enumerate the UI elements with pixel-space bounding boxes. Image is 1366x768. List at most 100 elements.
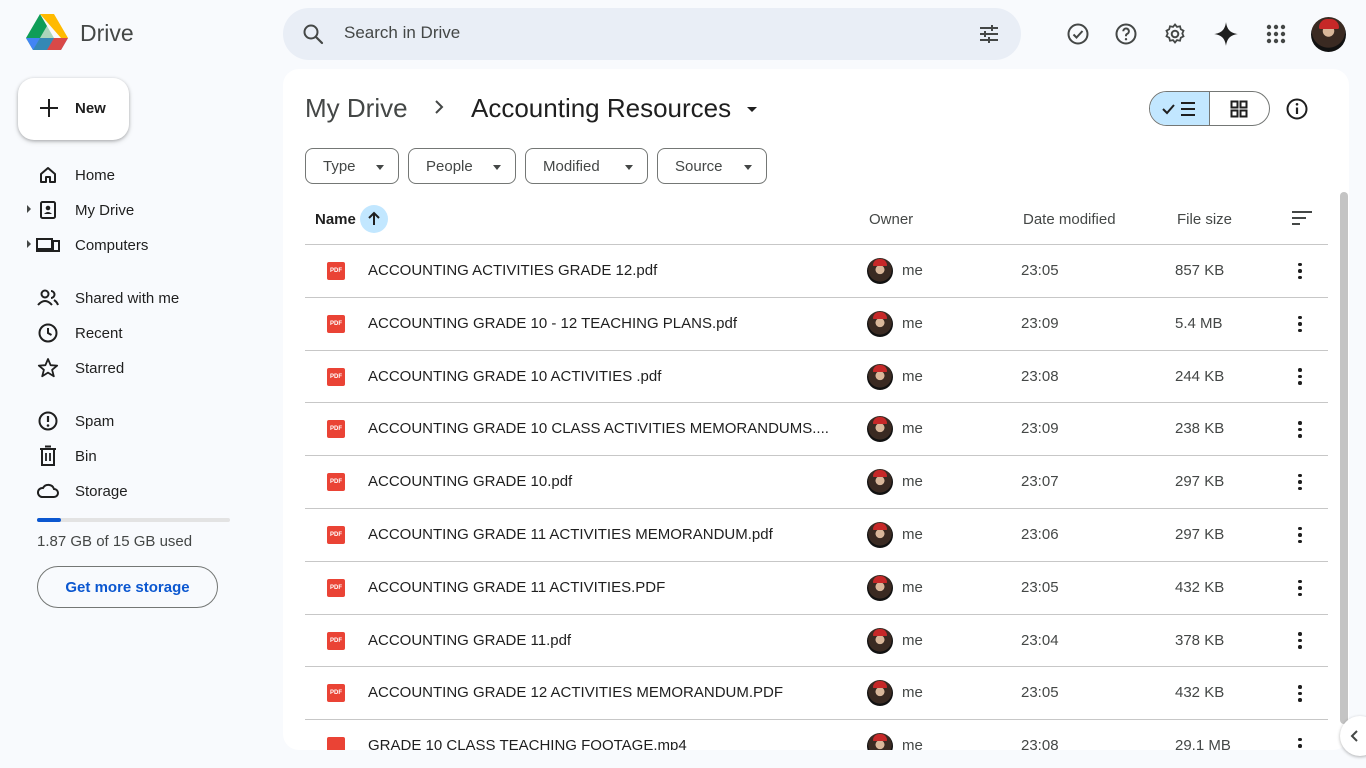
folder-menu-icon[interactable] xyxy=(747,107,757,112)
date-modified: 23:09 xyxy=(1021,420,1059,438)
owner-avatar xyxy=(867,574,893,601)
sidebar-item-computers[interactable]: Computers xyxy=(27,231,256,259)
owner-avatar xyxy=(867,469,893,496)
more-options-icon[interactable] xyxy=(1288,576,1312,600)
sort-options-icon[interactable] xyxy=(1291,209,1313,232)
sidebar-item-label: Starred xyxy=(75,360,125,377)
file-name[interactable]: ACCOUNTING GRADE 10 ACTIVITIES .pdf xyxy=(368,368,661,385)
more-options-icon[interactable] xyxy=(1288,259,1312,283)
file-name[interactable]: ACCOUNTING GRADE 11 ACTIVITIES.PDF xyxy=(368,579,665,596)
side-panel-toggle[interactable] xyxy=(1340,716,1366,756)
more-options-icon[interactable] xyxy=(1288,312,1312,336)
file-name[interactable]: ACCOUNTING GRADE 11 ACTIVITIES MEMORANDU… xyxy=(368,526,773,543)
date-modified: 23:06 xyxy=(1021,525,1059,543)
more-options-icon[interactable] xyxy=(1288,470,1312,494)
breadcrumb-current[interactable]: Accounting Resources xyxy=(471,93,731,124)
expand-icon[interactable] xyxy=(27,205,31,213)
table-row[interactable]: PDF ACCOUNTING GRADE 11 ACTIVITIES MEMORA… xyxy=(305,509,1328,562)
filter-source[interactable]: Source xyxy=(657,148,767,184)
owner-avatar xyxy=(867,521,893,548)
more-options-icon[interactable] xyxy=(1288,365,1312,389)
table-row[interactable]: PDF ACCOUNTING ACTIVITIES GRADE 12.pdf me 2… xyxy=(305,245,1328,298)
owner-name: me xyxy=(902,367,923,385)
column-header-owner[interactable]: Owner xyxy=(869,211,913,228)
dropdown-icon xyxy=(744,165,752,170)
search-bar[interactable]: Search in Drive xyxy=(283,8,1021,60)
table-row[interactable]: PDF ACCOUNTING GRADE 10 CLASS ACTIVITIES … xyxy=(305,403,1328,457)
offline-ready-icon[interactable] xyxy=(1064,20,1092,48)
sidebar-item-label: Storage xyxy=(75,483,128,500)
file-name[interactable]: ACCOUNTING ACTIVITIES GRADE 12.pdf xyxy=(368,262,657,279)
filter-modified[interactable]: Modified xyxy=(525,148,648,184)
dropdown-icon xyxy=(376,165,384,170)
new-button[interactable]: New xyxy=(18,78,129,140)
date-modified: 23:08 xyxy=(1021,737,1059,750)
sidebar-item-my-drive[interactable]: My Drive xyxy=(27,196,256,224)
filter-label: Source xyxy=(675,157,723,175)
expand-icon[interactable] xyxy=(27,240,31,248)
info-icon[interactable] xyxy=(1285,97,1309,126)
table-row[interactable]: PDF ACCOUNTING GRADE 10.pdf me 23:07 297 KB xyxy=(305,456,1328,509)
filter-type[interactable]: Type xyxy=(305,148,399,184)
sidebar-item-home[interactable]: Home xyxy=(36,161,256,189)
sidebar-item-label: Shared with me xyxy=(75,290,180,307)
more-options-icon[interactable] xyxy=(1288,629,1312,653)
apps-grid-icon[interactable] xyxy=(1262,20,1290,48)
sidebar-item-bin[interactable]: Bin xyxy=(36,442,256,470)
pdf-file-icon: PDF xyxy=(327,314,345,333)
sidebar-item-spam[interactable]: Spam xyxy=(36,407,256,435)
table-row[interactable]: PDF ACCOUNTING GRADE 11 ACTIVITIES.PDF me 2… xyxy=(305,562,1328,615)
column-header-name[interactable]: Name xyxy=(315,211,356,228)
file-name[interactable]: ACCOUNTING GRADE 10 - 12 TEACHING PLANS.… xyxy=(368,315,737,332)
table-row[interactable]: GRADE 10 CLASS TEACHING FOOTAGE.mp4 me 23:… xyxy=(305,720,1328,750)
gemini-icon[interactable] xyxy=(1212,20,1240,48)
account-avatar[interactable] xyxy=(1311,17,1346,52)
list-view-button[interactable] xyxy=(1150,92,1210,125)
sidebar-item-recent[interactable]: Recent xyxy=(36,319,256,347)
pdf-file-icon: PDF xyxy=(327,631,345,650)
filter-label: Type xyxy=(323,157,356,175)
sort-ascending-icon[interactable] xyxy=(360,205,388,233)
star-icon xyxy=(36,356,60,380)
table-row[interactable]: PDF ACCOUNTING GRADE 10 ACTIVITIES .pdf me… xyxy=(305,351,1328,404)
file-size: 29.1 MB xyxy=(1175,737,1231,750)
scrollbar-thumb[interactable] xyxy=(1340,192,1348,724)
file-name[interactable]: ACCOUNTING GRADE 10 CLASS ACTIVITIES MEM… xyxy=(368,420,829,437)
sidebar-item-starred[interactable]: Starred xyxy=(36,354,256,382)
sidebar-item-shared[interactable]: Shared with me xyxy=(36,284,256,312)
grid-view-button[interactable] xyxy=(1210,92,1270,125)
more-options-icon[interactable] xyxy=(1288,417,1312,441)
table-row[interactable]: PDF ACCOUNTING GRADE 12 ACTIVITIES MEMORA… xyxy=(305,667,1328,721)
column-header-file-size[interactable]: File size xyxy=(1177,211,1232,228)
shared-icon xyxy=(36,286,60,310)
file-name[interactable]: ACCOUNTING GRADE 10.pdf xyxy=(368,473,572,490)
scrollbar[interactable] xyxy=(1338,190,1348,730)
breadcrumb-root[interactable]: My Drive xyxy=(305,93,408,124)
file-name[interactable]: ACCOUNTING GRADE 12 ACTIVITIES MEMORANDU… xyxy=(368,684,783,701)
dropdown-icon xyxy=(625,165,633,170)
more-options-icon[interactable] xyxy=(1288,681,1312,705)
sidebar-item-storage[interactable]: Storage xyxy=(36,477,256,505)
more-options-icon[interactable] xyxy=(1288,734,1312,750)
date-modified: 23:05 xyxy=(1021,684,1059,702)
search-input[interactable]: Search in Drive xyxy=(344,23,460,43)
column-header-date-modified[interactable]: Date modified xyxy=(1023,211,1116,228)
chevron-right-icon xyxy=(433,99,445,120)
owner-name: me xyxy=(902,684,923,702)
search-options-icon[interactable] xyxy=(977,22,1001,51)
table-row[interactable]: PDF ACCOUNTING GRADE 11.pdf me 23:04 378 KB xyxy=(305,615,1328,668)
file-size: 432 KB xyxy=(1175,684,1225,702)
storage-text: 1.87 GB of 15 GB used xyxy=(37,533,193,550)
table-row[interactable]: PDF ACCOUNTING GRADE 10 - 12 TEACHING PLA… xyxy=(305,298,1328,351)
help-icon[interactable] xyxy=(1112,20,1140,48)
file-name[interactable]: ACCOUNTING GRADE 11.pdf xyxy=(368,632,571,649)
search-icon[interactable] xyxy=(301,22,325,51)
get-more-storage-button[interactable]: Get more storage xyxy=(37,566,218,608)
drive-logo[interactable]: Drive xyxy=(26,14,134,52)
bin-icon xyxy=(36,444,60,468)
more-options-icon[interactable] xyxy=(1288,523,1312,547)
settings-icon[interactable] xyxy=(1161,20,1189,48)
file-name[interactable]: GRADE 10 CLASS TEACHING FOOTAGE.mp4 xyxy=(368,737,687,750)
file-list: PDF ACCOUNTING ACTIVITIES GRADE 12.pdf me 2… xyxy=(305,245,1328,750)
filter-people[interactable]: People xyxy=(408,148,516,184)
